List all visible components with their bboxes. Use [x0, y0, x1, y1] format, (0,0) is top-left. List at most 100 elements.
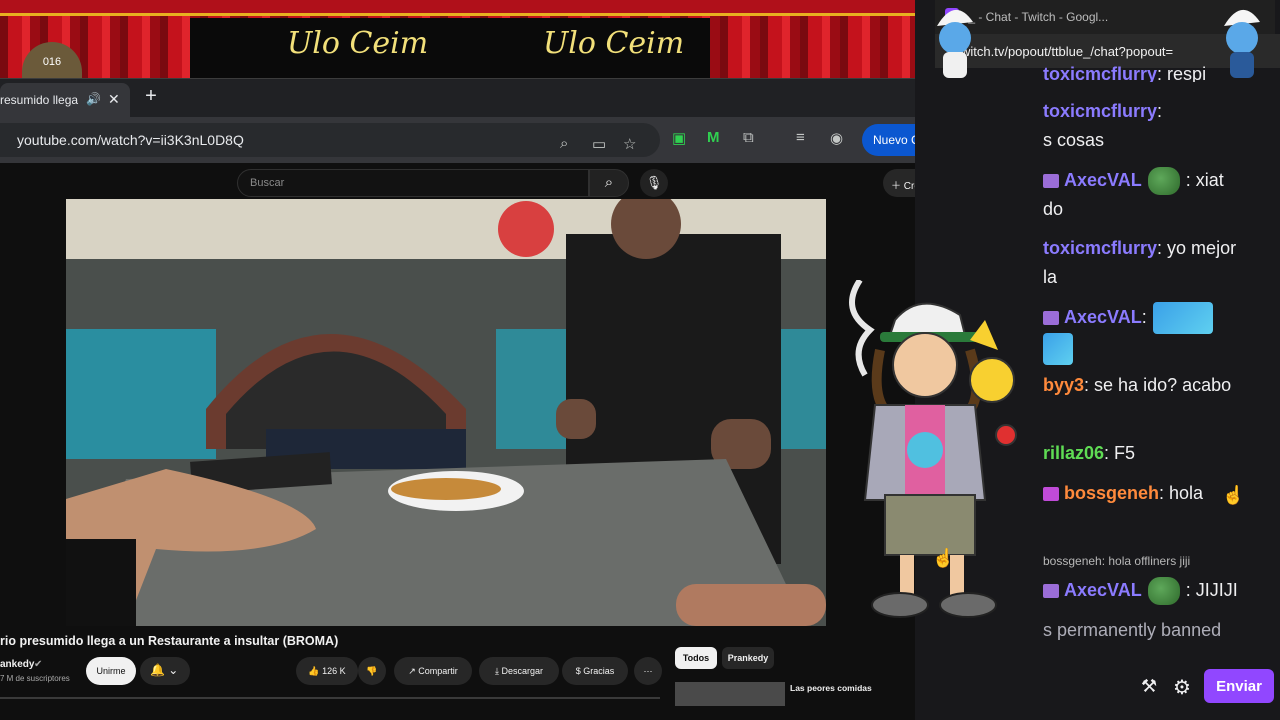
- search-placeholder: Buscar: [250, 177, 285, 189]
- extension-hd-icon[interactable]: ▣: [672, 129, 686, 147]
- notification-toggle-button[interactable]: 🔔 ⌄: [140, 657, 190, 685]
- chat-message-continued: do: [1043, 195, 1273, 224]
- chat-username[interactable]: toxicmcflurry: [1043, 101, 1157, 121]
- tab-title: resumido llega: [0, 93, 79, 107]
- gift-badge-icon: [1043, 487, 1059, 502]
- download-label: Descargar: [501, 666, 543, 676]
- hand-cursor-icon: ☝: [1222, 485, 1245, 505]
- dislike-button[interactable]: 👎: [358, 657, 386, 685]
- chat-settings-gear-icon[interactable]: ⚙: [1173, 675, 1191, 700]
- chat-text: :: [1141, 306, 1147, 327]
- chat-username[interactable]: rillaz06: [1043, 443, 1104, 463]
- extension-m-icon[interactable]: M: [707, 129, 720, 146]
- tab-bar: resumido llega 🔊 ✕ + — ☐ ✕: [0, 79, 1043, 117]
- chat-text: s cosas: [1043, 130, 1105, 150]
- thanks-button[interactable]: $ Gracias: [562, 657, 628, 685]
- mouse-cursor-icon: ☝: [932, 548, 955, 568]
- chat-text: : respi: [1157, 64, 1207, 82]
- chat-reply-context: bossgeneh: hola offliners jiji: [1043, 554, 1191, 568]
- bookmark-star-icon[interactable]: ☆: [623, 135, 636, 153]
- chat-username[interactable]: AxecVAL: [1064, 307, 1142, 327]
- chat-message-continued: s cosas: [1043, 126, 1273, 155]
- subscriber-badge-icon: [1043, 584, 1059, 599]
- curtain-valance: [0, 0, 915, 16]
- chat-url-text: witch.tv/popout/ttblue_/chat?popout=: [961, 44, 1174, 59]
- recommended-title[interactable]: Las peores comidas: [790, 683, 872, 693]
- smurf-avatar-right: [1224, 9, 1260, 78]
- browser-toolbar: youtube.com/watch?v=ii3K3nL0D8Q ⌕ ▭ ☆ ▣ …: [0, 117, 1043, 163]
- chat-system-message: s permanently banned: [1043, 620, 1222, 640]
- chat-username[interactable]: AxecVAL: [1064, 170, 1142, 190]
- pepe-emote-icon: [1152, 302, 1213, 334]
- search-input[interactable]: Buscar: [237, 169, 589, 197]
- chat-message: AxecVAL : xiat: [1043, 166, 1273, 196]
- chat-text: : JIJIJI: [1185, 580, 1238, 600]
- emote-icon: [1043, 333, 1073, 365]
- video-title: rio presumido llega a un Restaurante a i…: [0, 634, 339, 648]
- chat-message: byy3: se ha ido? acabo: [1043, 371, 1273, 400]
- share-button[interactable]: ↗ Compartir: [394, 657, 472, 685]
- pepe-emote-icon: [1147, 167, 1180, 196]
- chat-username[interactable]: bossgeneh: [1064, 483, 1159, 503]
- search-icon[interactable]: ⌕: [589, 169, 629, 197]
- cast-icon[interactable]: ▭: [592, 135, 606, 153]
- chip-all[interactable]: Todos: [675, 647, 717, 669]
- cartoon-character-overlay: [849, 280, 1017, 618]
- thanks-label: Gracias: [583, 666, 615, 676]
- like-count: 126 K: [322, 666, 346, 676]
- zoom-icon[interactable]: ⌕: [560, 135, 568, 152]
- chat-text: la: [1043, 267, 1058, 287]
- chat-message: AxecVAL : JIJIJI: [1043, 576, 1273, 606]
- close-tab-icon[interactable]: ✕: [108, 91, 120, 108]
- chat-message: toxicmcflurry: yo mejor: [1043, 234, 1273, 263]
- mod-tools-icon[interactable]: ⚒: [1141, 676, 1157, 697]
- welcome-text-right: Ulo Ceim: [543, 26, 685, 61]
- extension-icon[interactable]: ⧉: [743, 129, 754, 146]
- join-button[interactable]: Unirme: [86, 657, 136, 685]
- chat-message: rillaz06: F5: [1043, 439, 1273, 468]
- chat-text: do: [1043, 199, 1064, 219]
- speaker-icon[interactable]: 🔊: [86, 92, 101, 106]
- chat-text: : yo mejor: [1157, 238, 1237, 258]
- chat-text: : hola: [1159, 483, 1204, 503]
- smurf-avatar-left: [937, 9, 973, 78]
- divider: [0, 697, 660, 699]
- chat-username[interactable]: byy3: [1043, 375, 1084, 395]
- emote-continued: [1043, 333, 1073, 365]
- join-label: Unirme: [96, 666, 126, 676]
- chat-message: AxecVAL:: [1043, 302, 1273, 334]
- like-button[interactable]: 👍 126 K: [296, 657, 358, 685]
- chat-text: : F5: [1104, 443, 1136, 463]
- desktop: Ulo Ceim Ulo Ceim 016 resumido llega 🔊 ✕…: [0, 0, 1280, 720]
- send-label: Enviar: [1216, 678, 1262, 695]
- video-frame: [66, 199, 826, 626]
- chat-text: : xiat: [1185, 170, 1224, 190]
- url-text: youtube.com/watch?v=ii3K3nL0D8Q: [17, 132, 244, 148]
- chip-prankedy[interactable]: Prankedy: [722, 647, 774, 669]
- subscriber-badge-icon: [1043, 311, 1059, 325]
- channel-name[interactable]: ankedy: [0, 659, 34, 670]
- recommended-thumbnail[interactable]: [675, 682, 785, 706]
- chat-username[interactable]: toxicmcflurry: [1043, 238, 1157, 258]
- badge-number: 016: [42, 56, 62, 68]
- send-button[interactable]: Enviar: [1204, 669, 1274, 703]
- chat-message: toxicmcflurry:: [1043, 97, 1273, 126]
- more-actions-icon[interactable]: ⋯: [634, 657, 662, 685]
- video-player[interactable]: [66, 199, 826, 626]
- media-control-icon[interactable]: ≡: [796, 129, 805, 146]
- chat-text: :: [1157, 101, 1163, 121]
- pepe-emote-icon: [1147, 577, 1180, 606]
- share-label: Compartir: [418, 666, 458, 676]
- chat-message-continued: la: [1043, 263, 1273, 292]
- profile-icon[interactable]: ◉: [830, 129, 843, 147]
- chat-username[interactable]: toxicmcflurry: [1043, 64, 1157, 82]
- browser-tab[interactable]: resumido llega 🔊 ✕: [0, 83, 130, 117]
- chat-username[interactable]: AxecVAL: [1064, 580, 1142, 600]
- verified-check-icon: ✔: [34, 659, 43, 670]
- microphone-icon[interactable]: 🎙: [640, 169, 668, 197]
- download-button[interactable]: ⤓ Descargar: [479, 657, 559, 685]
- new-tab-button[interactable]: +: [142, 85, 160, 108]
- welcome-text-left: Ulo Ceim: [287, 26, 429, 61]
- subscriber-count: 7 M de suscriptores: [0, 674, 70, 683]
- address-bar[interactable]: youtube.com/watch?v=ii3K3nL0D8Q ⌕ ▭ ☆: [0, 123, 660, 157]
